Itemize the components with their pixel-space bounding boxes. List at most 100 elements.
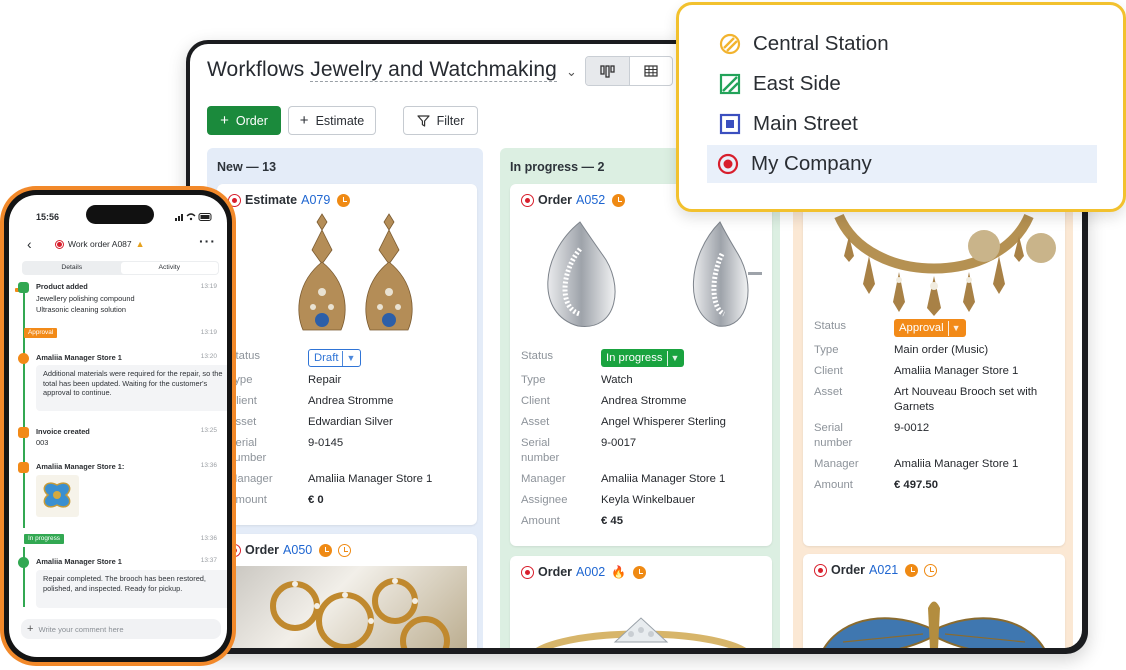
location-option-central-station[interactable]: Central Station xyxy=(709,26,1097,62)
field-label: Serial number xyxy=(521,437,560,464)
column-new: New — 13 Estimate A079 Status Draft ▼ Type… xyxy=(207,148,483,648)
kanban-view-button[interactable] xyxy=(586,57,630,85)
chevron-down-icon: ▼ xyxy=(342,350,355,366)
field-value: Andrea Stromme xyxy=(601,395,687,407)
filter-icon xyxy=(417,114,430,127)
field-label: Manager xyxy=(228,473,273,485)
card-number[interactable]: A021 xyxy=(869,563,898,577)
field-label: Status xyxy=(228,350,261,362)
field-value: Keyla Winkelbauer xyxy=(601,494,696,506)
kanban-icon xyxy=(600,64,615,78)
card-title: Estimate A079 xyxy=(228,193,351,207)
card-order-a021[interactable]: Order A021 xyxy=(803,554,1065,648)
signal-wifi-battery-icon xyxy=(175,213,212,221)
field-value: Edwardian Silver xyxy=(308,416,393,428)
card-title: Order A021 xyxy=(814,563,938,577)
card-order-a050[interactable]: Order A050 xyxy=(217,534,477,648)
card-fields: Status Approval ▼ Type Main order (Music) C… xyxy=(814,319,1064,499)
add-estimate-button[interactable]: + Estimate xyxy=(288,106,376,135)
estimate-label: Estimate xyxy=(315,113,365,128)
card-type: Order xyxy=(831,563,866,577)
card-title: Order A052 xyxy=(521,193,626,207)
phone-frame: 15:56 ‹ Work order A087 ▲ ··· Details Ac… xyxy=(0,186,236,666)
back-icon[interactable]: ‹ xyxy=(27,236,32,252)
field-label: Client xyxy=(228,395,257,407)
timeline-line xyxy=(23,547,25,607)
more-icon[interactable]: ··· xyxy=(199,233,216,249)
comment-placeholder: Write your comment here xyxy=(38,624,124,634)
location-label: Main Street xyxy=(753,112,858,135)
product-icon xyxy=(18,282,29,293)
activity-author: Amaliia Manager Store 1: xyxy=(36,462,125,471)
field-label: Status xyxy=(521,350,554,362)
location-label: My Company xyxy=(751,152,872,175)
clock-icon xyxy=(905,563,919,577)
field-label: Type xyxy=(521,374,546,386)
status-dropdown[interactable]: Approval ▼ xyxy=(894,319,966,337)
page-title[interactable]: Workflows Jewelry and Watchmaking xyxy=(207,58,557,82)
field-value: Amaliia Manager Store 1 xyxy=(601,473,726,485)
table-view-button[interactable] xyxy=(630,57,673,85)
title-prefix: Workflows xyxy=(207,58,311,81)
tab-details[interactable]: Details xyxy=(23,262,121,274)
card-estimate-a079[interactable]: Estimate A079 Status Draft ▼ Type Repair Cl… xyxy=(217,184,477,525)
field-label: Type xyxy=(228,374,253,386)
comment-text: Additional materials were required for t… xyxy=(36,365,227,411)
field-label: Asset xyxy=(228,416,257,428)
field-value: 9-0017 xyxy=(601,437,637,449)
card-number[interactable]: A052 xyxy=(576,193,605,207)
comment-input[interactable]: + Write your comment here xyxy=(21,619,221,639)
timer-icon xyxy=(338,543,352,557)
plus-icon[interactable]: + xyxy=(27,623,33,635)
field-value: Angel Whisperer Sterling xyxy=(601,416,726,428)
location-option-my-company[interactable]: My Company xyxy=(707,145,1097,183)
status-dropdown[interactable]: In progress ▼ xyxy=(601,349,685,367)
card-order-a002[interactable]: Order A002 🔥 xyxy=(510,556,772,648)
field-value: Art Nouveau Brooch set with Garnets xyxy=(894,386,1038,413)
record-icon xyxy=(717,153,739,175)
field-label: Amount xyxy=(228,494,267,506)
field-value: Amaliia Manager Store 1 xyxy=(308,473,433,485)
card-number[interactable]: A002 xyxy=(576,565,605,579)
chevron-down-icon[interactable]: ⌄ xyxy=(566,64,577,80)
field-value: Watch xyxy=(601,374,633,386)
brooch-thumbnail[interactable] xyxy=(36,475,79,517)
card-fields: Status In progress ▼ Type Watch Client Andre… xyxy=(521,349,771,535)
card-type: Estimate xyxy=(245,193,298,207)
people-icon: ▲ xyxy=(135,239,145,249)
timestamp: 13:25 xyxy=(200,427,217,434)
phone-header: Work order A087 ▲ xyxy=(55,239,145,249)
table-icon xyxy=(644,65,658,77)
timestamp: 13:20 xyxy=(200,353,217,360)
tab-activity[interactable]: Activity xyxy=(120,262,218,274)
amount-value: € 0 xyxy=(308,494,324,506)
invoice-icon xyxy=(18,427,29,438)
earrings-image xyxy=(298,213,413,331)
location-option-east-side[interactable]: East Side xyxy=(709,66,1097,102)
card-title: Order A050 xyxy=(228,543,352,557)
field-label: Asset xyxy=(814,386,843,398)
card-number[interactable]: A079 xyxy=(301,193,330,207)
comment-icon xyxy=(18,353,29,364)
field-value: Andrea Stromme xyxy=(308,395,394,407)
segmented-tabs: Details Activity xyxy=(22,261,219,275)
column-in-progress: In progress — 2 Order A052 Status In prog… xyxy=(500,148,780,648)
card-number[interactable]: A050 xyxy=(283,543,312,557)
column-title: New — 13 xyxy=(217,160,277,174)
header-title: Work order A087 xyxy=(68,239,132,249)
timestamp: 13:36 xyxy=(200,535,217,542)
card-order-a052[interactable]: Order A052 Status In progress ▼ Type Watch … xyxy=(510,184,772,546)
workflow-name: Jewelry and Watchmaking xyxy=(310,58,557,82)
jewelry-image xyxy=(225,566,467,648)
card-type: Order xyxy=(538,193,573,207)
field-label: Amount xyxy=(521,515,560,527)
status-dropdown[interactable]: Draft ▼ xyxy=(308,349,362,367)
status-icons xyxy=(175,212,213,224)
attachment-icon xyxy=(18,462,29,473)
filter-button[interactable]: Filter xyxy=(403,106,478,135)
card-main-order[interactable]: Status Approval ▼ Type Main order (Music) C… xyxy=(803,168,1065,546)
add-order-button[interactable]: + Order xyxy=(207,106,281,135)
column-title: In progress — 2 xyxy=(510,160,605,174)
field-value: Repair xyxy=(308,374,342,386)
location-option-main-street[interactable]: Main Street xyxy=(709,106,1097,142)
